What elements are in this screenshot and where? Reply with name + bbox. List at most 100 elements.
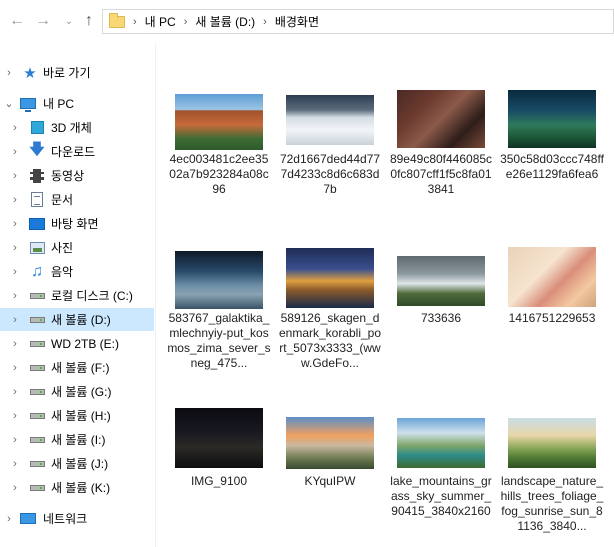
image-thumbnail	[508, 247, 596, 307]
nav-item-drive-g[interactable]: › 새 볼륨 (G:)	[0, 380, 154, 403]
drive-icon	[29, 288, 45, 304]
nav-item-desktop[interactable]: › 바탕 화면	[0, 212, 154, 235]
nav-item-label: 로컬 디스크 (C:)	[51, 289, 133, 303]
chevron-right-icon[interactable]: ›	[10, 170, 20, 182]
nav-item-pictures[interactable]: › 사진	[0, 236, 154, 259]
drive-icon	[29, 312, 45, 328]
chevron-right-icon[interactable]: ›	[10, 218, 20, 230]
chevron-right-icon[interactable]: ›	[10, 194, 20, 206]
chevron-right-icon[interactable]: ›	[263, 16, 267, 28]
music-icon: ♫	[31, 262, 43, 280]
chevron-right-icon[interactable]: ›	[10, 482, 20, 494]
drive-icon	[29, 384, 45, 400]
chevron-right-icon[interactable]: ›	[10, 434, 20, 446]
chevron-right-icon[interactable]: ›	[10, 338, 20, 350]
folder-icon	[109, 12, 125, 28]
back-arrow-icon[interactable]: ←	[8, 12, 26, 30]
nav-item-label: 3D 개체	[51, 121, 92, 135]
nav-item-this-pc[interactable]: ⌄ 내 PC	[0, 92, 154, 115]
image-thumbnail	[397, 256, 485, 306]
nav-item-drive-h[interactable]: › 새 볼륨 (H:)	[0, 404, 154, 427]
nav-item-label: 바탕 화면	[51, 217, 99, 231]
nav-item-drive-f[interactable]: › 새 볼륨 (F:)	[0, 356, 154, 379]
chevron-right-icon[interactable]: ›	[10, 386, 20, 398]
file-name: 350c58d03ccc748ffe26e1129fa6fea6	[500, 152, 604, 181]
file-name: 72d1667ded44d777d4233c8d6c683d7b	[279, 152, 381, 196]
nav-item-drive-e[interactable]: › WD 2TB (E:)	[0, 332, 154, 355]
nav-item-documents[interactable]: › 문서	[0, 188, 154, 211]
file-name: 1416751229653	[508, 311, 596, 325]
chevron-right-icon[interactable]: ›	[10, 458, 20, 470]
address-bar[interactable]: › 내 PC › 새 볼륨 (D:) › 배경화면	[102, 9, 614, 34]
nav-item-label: 사진	[51, 241, 74, 255]
drive-icon	[29, 432, 45, 448]
nav-item-network[interactable]: › 네트워크	[0, 507, 154, 530]
file-name: 89e49c80f446085c0fc807cff1f5c8fa013841	[389, 152, 493, 196]
nav-item-downloads[interactable]: › 🡇 다운로드	[0, 140, 154, 163]
document-icon	[29, 192, 45, 208]
chevron-right-icon[interactable]: ›	[10, 410, 20, 422]
chevron-right-icon[interactable]: ›	[10, 122, 20, 134]
chevron-right-icon[interactable]: ›	[10, 314, 20, 326]
nav-item-drive-j[interactable]: › 새 볼륨 (J:)	[0, 452, 154, 475]
download-icon: 🡇	[29, 141, 45, 158]
nav-item-3d-objects[interactable]: › 3D 개체	[0, 116, 154, 139]
nav-item-label: 새 볼륨 (F:)	[51, 361, 110, 375]
nav-item-label: 네트워크	[43, 512, 88, 526]
desktop-icon	[29, 216, 45, 232]
computer-icon	[20, 96, 36, 112]
file-name: 733636	[420, 311, 462, 325]
forward-arrow-icon[interactable]: →	[34, 12, 52, 30]
nav-item-label: 새 볼륨 (H:)	[51, 409, 111, 423]
chevron-down-icon[interactable]: ⌄	[4, 97, 14, 110]
drive-icon	[29, 456, 45, 472]
file-name: 4ec003481c2ee3502a7b923284a08c96	[169, 152, 269, 196]
chevron-right-icon[interactable]: ›	[4, 513, 14, 525]
nav-item-label: 새 볼륨 (J:)	[51, 457, 109, 471]
nav-item-label: 내 PC	[43, 97, 75, 111]
file-grid: 4ec003481c2ee3502a7b923284a08c96 72d1667…	[157, 44, 614, 547]
image-thumbnail	[397, 418, 485, 468]
file-name: 583767_galaktika_mlechnyiy-put_kosmos_zi…	[167, 311, 271, 370]
breadcrumb-wallpaper-folder[interactable]: 배경화면	[275, 13, 319, 30]
image-thumbnail	[175, 408, 263, 468]
chevron-right-icon[interactable]: ›	[10, 362, 20, 374]
chevron-right-icon[interactable]: ›	[133, 16, 137, 28]
chevron-right-icon[interactable]: ›	[10, 242, 20, 254]
file-name: landscape_nature_hills_trees_foliage_fog…	[500, 474, 604, 533]
nav-item-label: 동영상	[51, 169, 85, 183]
nav-item-label: 새 볼륨 (D:)	[51, 313, 111, 327]
nav-item-label: 새 볼륨 (K:)	[51, 481, 111, 495]
drive-icon	[29, 360, 45, 376]
star-icon: ★	[23, 64, 37, 82]
nav-item-label: 문서	[51, 193, 74, 207]
image-thumbnail	[286, 417, 374, 469]
nav-item-label: 바로 가기	[43, 66, 91, 80]
recent-locations-chevron-icon[interactable]: ⌄	[60, 12, 78, 30]
nav-item-label: WD 2TB (E:)	[51, 336, 119, 351]
chevron-right-icon[interactable]: ›	[4, 67, 14, 79]
chevron-right-icon[interactable]: ›	[10, 146, 20, 158]
nav-item-quick-access[interactable]: › ★ 바로 가기	[0, 61, 154, 84]
nav-item-music[interactable]: › ♫ 음악	[0, 260, 154, 283]
breadcrumb-this-pc[interactable]: 내 PC	[145, 13, 176, 30]
network-icon	[20, 511, 36, 527]
nav-item-label: 새 볼륨 (I:)	[51, 433, 106, 447]
chevron-right-icon[interactable]: ›	[10, 266, 20, 278]
drive-icon	[29, 408, 45, 424]
file-name: IMG_9100	[190, 474, 248, 488]
address-toolbar: ← → ⌄ ↑ › 내 PC › 새 볼륨 (D:) › 배경화면	[0, 0, 614, 44]
breadcrumb-drive-d[interactable]: 새 볼륨 (D:)	[195, 13, 255, 30]
up-arrow-icon[interactable]: ↑	[80, 12, 98, 30]
nav-item-drive-k[interactable]: › 새 볼륨 (K:)	[0, 476, 154, 499]
nav-item-drive-i[interactable]: › 새 볼륨 (I:)	[0, 428, 154, 451]
nav-item-drive-c[interactable]: › 로컬 디스크 (C:)	[0, 284, 154, 307]
nav-item-drive-d[interactable]: › 새 볼륨 (D:)	[0, 308, 154, 331]
image-thumbnail	[286, 95, 374, 145]
file-name: KYquIPW	[304, 474, 356, 488]
nav-item-label: 다운로드	[51, 145, 96, 159]
nav-item-videos[interactable]: › 동영상	[0, 164, 154, 187]
drive-icon	[29, 336, 45, 352]
chevron-right-icon[interactable]: ›	[184, 16, 188, 28]
chevron-right-icon[interactable]: ›	[10, 290, 20, 302]
